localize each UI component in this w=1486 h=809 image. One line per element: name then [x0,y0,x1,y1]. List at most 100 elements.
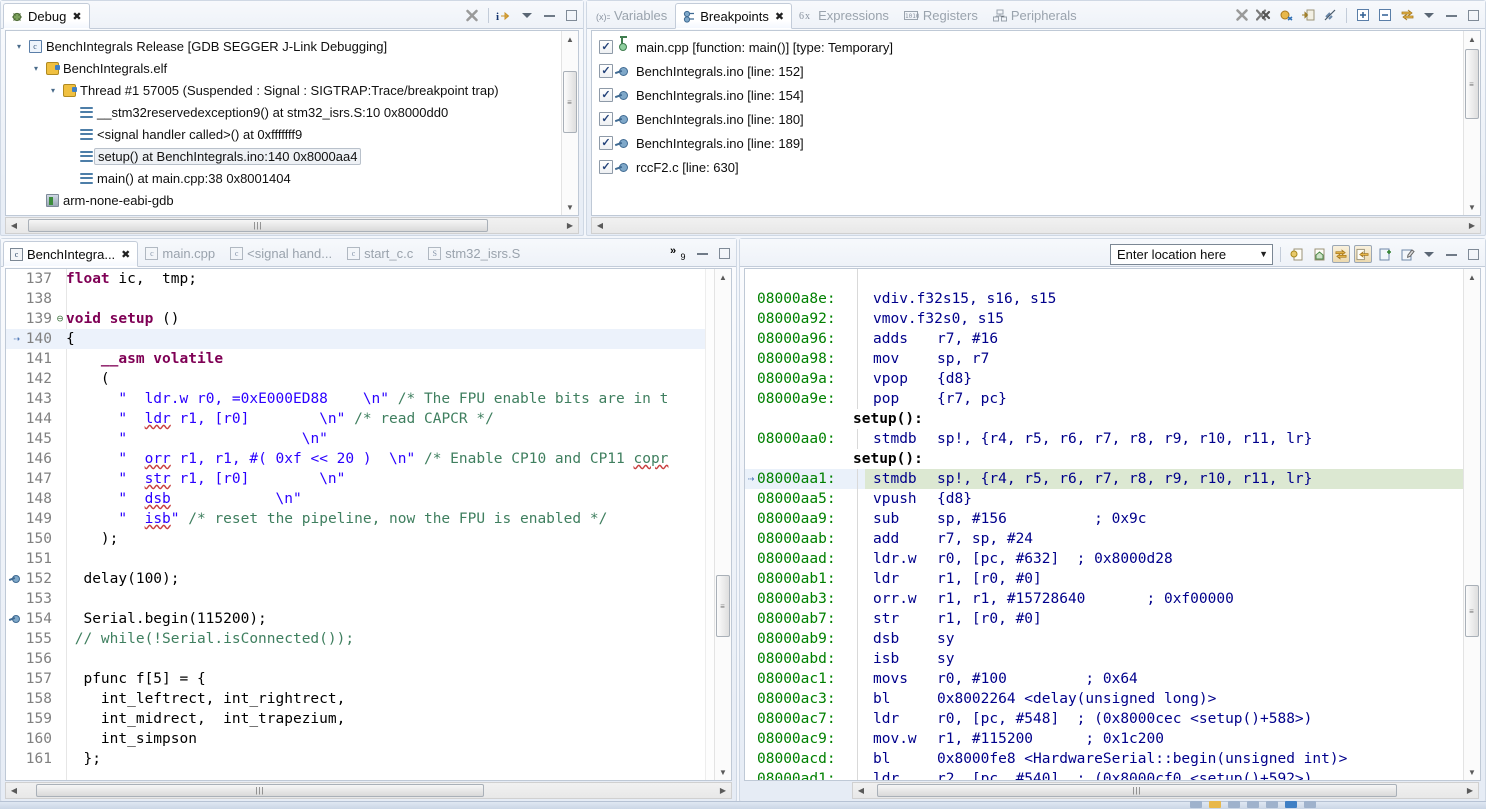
tab-overflow-icon[interactable]: 9 » [663,244,689,262]
fold-toggle-icon[interactable] [54,569,66,589]
code-line[interactable]: 159 int_midrect, int_trapezium, [6,709,731,729]
fold-toggle-icon[interactable] [54,429,66,449]
code-line[interactable]: ⇢140{ [6,329,731,349]
fold-toggle-icon[interactable] [54,649,66,669]
code-line[interactable]: 137float ic, tmp; [6,269,731,289]
tab-registers[interactable]: 1010Registers [897,2,986,28]
breakpoint-working-sets-icon[interactable] [1398,6,1416,24]
minimize-icon[interactable] [1442,6,1460,24]
disassembly-area[interactable]: 08000a8e:vdiv.f32s15, s16, s1508000a92:v… [745,269,1480,780]
tab-expressions[interactable]: 6xExpressions [792,2,897,28]
fold-toggle-icon[interactable] [54,489,66,509]
close-icon[interactable]: ✖ [72,10,81,23]
line-marker[interactable] [6,649,20,669]
line-marker[interactable] [6,369,20,389]
tray-icon-3[interactable] [1228,801,1240,808]
vscroll-thumb[interactable]: ≡ [563,71,577,133]
fold-toggle-icon[interactable] [54,549,66,569]
debug-tree-row[interactable]: <signal handler called>() at 0xfffffff9 [6,123,578,145]
disassembly-text-container[interactable]: 08000a8e:vdiv.f32s15, s16, s1508000a92:v… [744,268,1481,781]
view-menu-icon[interactable] [1420,245,1438,263]
code-line[interactable]: 138 [6,289,731,309]
debug-tree-row[interactable]: setup() at BenchIntegrals.ino:140 0x8000… [6,145,578,167]
expand-all-icon[interactable] [1354,6,1372,24]
minimize-icon[interactable] [540,6,558,24]
hscroll-track[interactable] [608,218,1464,233]
link-with-active-debug-context-icon[interactable] [1332,245,1350,263]
hscroll-thumb[interactable]: ||| [877,784,1397,797]
tray-icon-4[interactable] [1247,801,1259,808]
line-marker[interactable] [6,389,20,409]
remove-breakpoint-icon[interactable] [1233,6,1251,24]
code-line[interactable]: 152 delay(100); [6,569,731,589]
debug-tree-row[interactable]: arm-none-eabi-gdb [6,189,578,211]
line-marker[interactable] [6,349,20,369]
disassembly-row[interactable]: 08000aa0:stmdbsp!, {r4, r5, r6, r7, r8, … [745,429,1480,449]
fold-toggle-icon[interactable] [54,669,66,689]
code-line[interactable]: 158 int_leftrect, int_rightrect, [6,689,731,709]
editor-tab-stm32-isrs-s[interactable]: Sstm32_isrs.S [421,240,528,266]
code-line[interactable]: 157 pfunc f[5] = { [6,669,731,689]
edit-breakpoint-icon[interactable] [1398,245,1416,263]
disassembly-row[interactable]: 08000aa9:subsp, #156 ; 0x9c [745,509,1480,529]
vscroll-track[interactable]: ≡ [1464,285,1481,764]
disassembly-row[interactable] [745,269,1480,289]
breakpoint-enabled-checkbox[interactable]: ✓ [599,64,613,78]
disassembly-row[interactable]: 08000ad1:ldrr2, [pc, #540] ; (0x8000cf0 … [745,769,1480,780]
disassembly-row[interactable]: 08000a92:vmov.f32s0, s15 [745,309,1480,329]
code-line[interactable]: 153 [6,589,731,609]
scroll-left-arrow[interactable]: ◀ [853,783,869,798]
disconnect-icon[interactable] [463,6,481,24]
scroll-right-arrow[interactable]: ▶ [562,218,578,233]
debug-tree-row[interactable]: ▾BenchIntegrals.elf [6,57,578,79]
expand-twisty-icon[interactable]: ▾ [46,86,60,95]
editor-vscrollbar[interactable]: ▲ ≡ ▼ [714,269,731,780]
line-marker[interactable] [6,529,20,549]
disassembly-row[interactable]: 08000acd:bl0x8000fe8 <HardwareSerial::be… [745,749,1480,769]
tray-icon-2[interactable] [1209,801,1221,808]
disassembly-row[interactable]: 08000aa5:vpush{d8} [745,489,1480,509]
maximize-icon[interactable] [1464,245,1482,263]
disassembly-row[interactable]: 08000ac3:bl0x8002264 <delay(unsigned lon… [745,689,1480,709]
fold-toggle-icon[interactable] [54,289,66,309]
tray-icon-6[interactable] [1285,801,1297,808]
disassembly-row[interactable]: 08000aad:ldr.wr0, [pc, #632] ; 0x8000d28 [745,549,1480,569]
fold-toggle-icon[interactable] [54,349,66,369]
fold-toggle-icon[interactable] [54,729,66,749]
scroll-left-arrow[interactable]: ◀ [6,218,22,233]
line-marker[interactable] [6,489,20,509]
fold-toggle-icon[interactable] [54,609,66,629]
disassembly-row[interactable]: 08000a96:addsr7, #16 [745,329,1480,349]
fold-toggle-icon[interactable] [54,449,66,469]
remove-all-breakpoints-icon[interactable] [1255,6,1273,24]
tab-variables[interactable]: (x)=Variables [589,2,675,28]
breakpoint-row[interactable]: ✓BenchIntegrals.ino [line: 189] [592,131,1480,155]
line-marker[interactable] [6,609,20,629]
hscroll-track[interactable]: ||| [869,783,1462,798]
new-breakpoint-icon[interactable] [1376,245,1394,263]
fold-toggle-icon[interactable] [54,749,66,769]
hscroll-thumb[interactable]: ||| [28,219,488,232]
view-menu-icon[interactable] [518,6,536,24]
code-line[interactable]: 144 " ldr r1, [r0] \n" /* read CAPCR */ [6,409,731,429]
fold-toggle-icon[interactable] [54,529,66,549]
hscroll-track[interactable]: ||| [22,218,562,233]
code-line[interactable]: 160 int_simpson [6,729,731,749]
line-marker[interactable] [6,309,20,329]
line-marker[interactable] [6,749,20,769]
fold-toggle-icon[interactable] [54,409,66,429]
scroll-right-arrow[interactable]: ▶ [715,783,731,798]
breakpoint-row[interactable]: ✓rccF2.c [line: 630] [592,155,1480,179]
scroll-down-arrow[interactable]: ▼ [1464,199,1481,215]
home-icon[interactable] [1310,245,1328,263]
fold-toggle-icon[interactable]: ⊖ [54,309,66,329]
step-into-instruction-icon[interactable]: i [496,6,514,24]
tab-breakpoints[interactable]: Breakpoints✖ [675,3,792,29]
tab-debug[interactable]: Debug ✖ [3,3,90,29]
location-input[interactable]: Enter location here ▼ [1110,244,1273,265]
fold-toggle-icon[interactable] [54,629,66,649]
breakpoint-enabled-checkbox[interactable]: ✓ [599,40,613,54]
go-to-file-icon[interactable] [1299,6,1317,24]
maximize-icon[interactable] [1464,6,1482,24]
expand-twisty-icon[interactable]: ▾ [12,42,26,51]
